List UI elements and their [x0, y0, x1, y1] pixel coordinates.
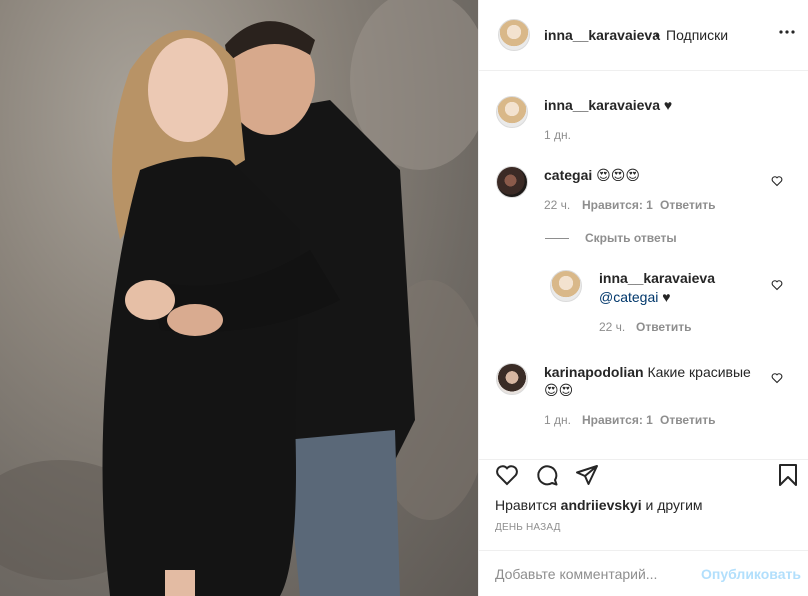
instagram-post: inna__karavaieva • Подписки inna__karava… [0, 0, 808, 596]
caption-text: ♥ [663, 97, 673, 113]
comment-like-heart-icon[interactable] [771, 371, 783, 387]
comment-like-heart-icon[interactable] [771, 174, 783, 190]
caption-time[interactable]: 1 дн. [544, 128, 571, 142]
likes-user-link[interactable]: andriievskyi [561, 497, 642, 513]
follow-status-button[interactable]: Подписки [666, 27, 728, 43]
comment-text: Какие красивые [647, 364, 751, 380]
header-dot: • [655, 27, 660, 43]
comment-text: 😍😍😍 [596, 167, 640, 183]
couple-photo-illustration [0, 0, 478, 596]
publish-button[interactable]: Опубликовать [701, 566, 801, 582]
comment-time[interactable]: 1 дн. [544, 413, 571, 427]
comment-line: karinapodolian Какие красивые [544, 364, 751, 380]
caption-avatar[interactable] [496, 96, 528, 128]
reply-time[interactable]: 22 ч. [599, 320, 625, 334]
comment-avatar[interactable] [496, 166, 528, 198]
reply-reply-button[interactable]: Ответить [636, 320, 691, 334]
post-date[interactable]: ДЕНЬ НАЗАД [495, 522, 561, 533]
post-sidebar: inna__karavaieva • Подписки inna__karava… [478, 0, 808, 596]
comment-time[interactable]: 22 ч. [544, 198, 570, 212]
likes-line: Нравится andriievskyi и другим [495, 497, 703, 513]
caption-username[interactable]: inna__karavaieva [544, 97, 660, 113]
caption-line: inna__karavaieva ♥ [544, 97, 672, 113]
comment-likes-count[interactable]: Нравится: 1 [582, 413, 653, 427]
comment-reply-button[interactable]: Ответить [660, 198, 715, 212]
actions-divider [479, 459, 808, 460]
heart-icon[interactable] [495, 463, 519, 490]
comment-reply-button[interactable]: Ответить [660, 413, 715, 427]
reply-text: ♥ [662, 289, 671, 305]
comment-line: categai 😍😍😍 [544, 167, 640, 184]
reply-mention-link[interactable]: @categai [599, 289, 658, 305]
bookmark-icon[interactable] [776, 463, 800, 490]
comment-icon[interactable] [535, 463, 559, 490]
add-comment-divider [479, 550, 808, 551]
comment-text-continued: 😍😍 [544, 382, 574, 398]
share-icon[interactable] [575, 463, 599, 490]
comment-username[interactable]: categai [544, 167, 592, 183]
replies-divider [545, 238, 569, 239]
reply-username[interactable]: inna__karavaieva [599, 270, 715, 286]
comment-likes-count[interactable]: Нравится: 1 [582, 198, 653, 212]
author-avatar[interactable] [498, 19, 530, 51]
reply-like-heart-icon[interactable] [771, 278, 783, 294]
more-dots-icon[interactable] [779, 24, 795, 40]
likes-suffix[interactable]: и другим [646, 497, 703, 513]
author-username[interactable]: inna__karavaieva [544, 27, 660, 43]
likes-prefix: Нравится [495, 497, 557, 513]
reply-line: @categai ♥ [599, 289, 671, 305]
reply-avatar[interactable] [550, 270, 582, 302]
comment-username[interactable]: karinapodolian [544, 364, 644, 380]
comment-avatar[interactable] [496, 363, 528, 395]
post-photo[interactable] [0, 0, 478, 596]
hide-replies-button[interactable]: Скрыть ответы [585, 231, 677, 245]
add-comment-input[interactable]: Добавьте комментарий... [495, 566, 657, 582]
